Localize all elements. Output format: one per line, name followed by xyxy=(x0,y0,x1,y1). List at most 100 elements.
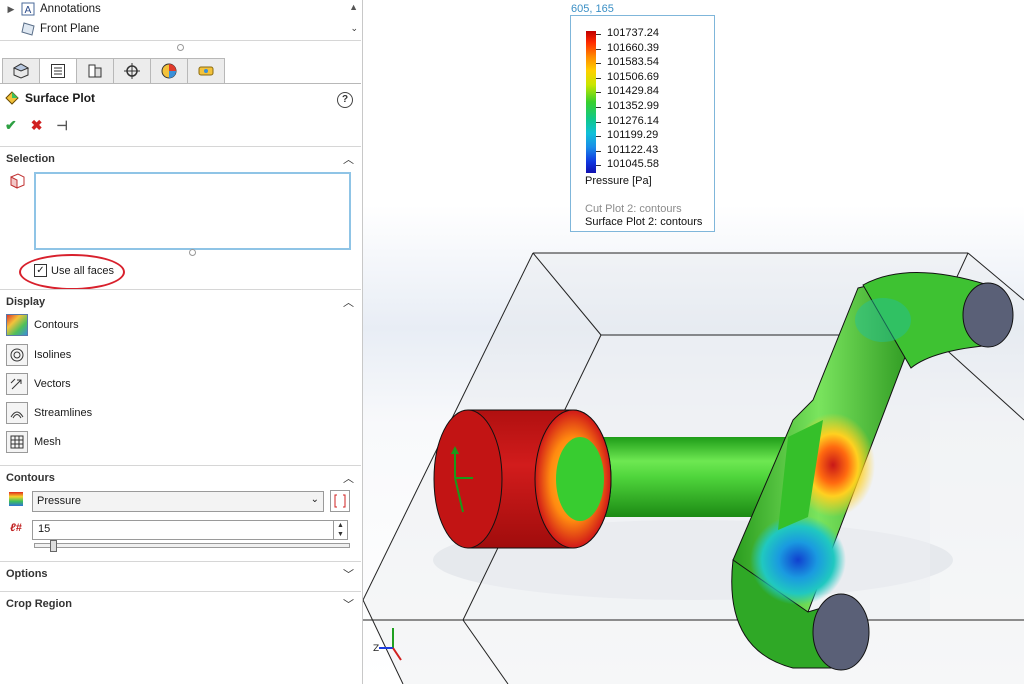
legend-value: 101583.54 xyxy=(607,56,659,69)
configuration-manager-icon xyxy=(88,64,102,78)
help-icon[interactable]: ? xyxy=(337,92,353,108)
isolines-icon xyxy=(6,344,28,366)
chevron-up-icon[interactable]: ︿ xyxy=(343,470,354,486)
display-item-label: Streamlines xyxy=(34,407,93,419)
spinner-arrows[interactable]: ▲ ▼ xyxy=(333,521,347,539)
legend-tick xyxy=(596,77,601,79)
crop-region-group-header[interactable]: Crop Region ﹀ xyxy=(0,591,361,612)
confirmation-row: ✔ ✖ ⊣ xyxy=(5,117,68,134)
tree-scroll-up-arrow[interactable]: ▲ xyxy=(349,2,358,12)
legend-tick xyxy=(596,107,601,108)
adjust-range-icon xyxy=(334,494,346,508)
page-title: Surface Plot xyxy=(25,91,96,105)
group-title: Crop Region xyxy=(6,598,72,610)
legend-value: 101276.14 xyxy=(607,114,659,127)
levels-spinner-field[interactable]: 15 ▲ ▼ xyxy=(32,520,348,540)
display-isolines-button[interactable]: Isolines xyxy=(6,343,71,367)
vectors-icon xyxy=(6,373,28,395)
color-options-button[interactable] xyxy=(330,490,350,512)
tree-item-annotations[interactable]: ▶ A Annotations xyxy=(6,0,101,18)
tree-item-front-plane[interactable]: Front Plane xyxy=(6,20,99,38)
cursor-coordinate-readout: 605, 165 xyxy=(571,3,614,15)
tab-dimxpert-manager[interactable] xyxy=(113,58,150,84)
legend-tick xyxy=(596,34,601,35)
options-group-header[interactable]: Options ﹀ xyxy=(0,561,361,582)
checkbox-checked-icon[interactable]: ✓ xyxy=(34,264,47,277)
use-all-faces-checkbox[interactable]: ✓ Use all faces xyxy=(34,264,114,277)
group-title: Selection xyxy=(6,153,55,165)
tab-property-manager[interactable] xyxy=(39,58,76,84)
ok-button[interactable]: ✔ xyxy=(5,117,17,134)
resize-grip-icon[interactable] xyxy=(189,249,196,256)
legend-unit-label: Pressure [Pa] xyxy=(585,175,652,187)
legend-value: 101660.39 xyxy=(607,41,659,54)
group-title: Contours xyxy=(6,472,55,484)
display-item-label: Mesh xyxy=(34,436,61,448)
contours-group-header[interactable]: Contours ︿ xyxy=(0,465,361,486)
property-manager-panel: ▲ ▶ A Annotations Front Plane ⌄ Surface … xyxy=(0,0,363,684)
display-manager-icon xyxy=(161,63,177,79)
number-of-levels-icon: ℓ# xyxy=(10,522,22,534)
graphics-viewport[interactable]: Z 605, 165 Pressure [Pa] Cut Plot 2: con… xyxy=(363,0,1024,684)
property-manager-icon xyxy=(51,64,65,78)
display-item-label: Isolines xyxy=(34,349,72,361)
legend-color-bar xyxy=(586,31,596,173)
chevron-down-icon[interactable]: ﹀ xyxy=(343,566,354,582)
splitter-grip-icon[interactable] xyxy=(177,44,184,51)
plane-icon xyxy=(21,22,35,36)
display-streamlines-button[interactable]: Streamlines xyxy=(6,401,92,425)
color-bar-icon xyxy=(9,492,23,506)
contours-icon xyxy=(6,314,28,336)
legend-value: 101352.99 xyxy=(607,100,659,112)
legend-tick xyxy=(596,121,601,123)
levels-slider[interactable] xyxy=(34,540,350,552)
parameter-dropdown[interactable]: Pressure ⌄ xyxy=(32,491,324,512)
divider xyxy=(0,40,361,41)
checkbox-label: Use all faces xyxy=(51,264,114,277)
chevron-down-icon[interactable]: ⌄ xyxy=(350,23,358,34)
property-manager-title: Surface Plot xyxy=(5,91,95,105)
display-mesh-button[interactable]: Mesh xyxy=(6,430,61,454)
legend-tick xyxy=(596,48,601,50)
color-legend[interactable]: Pressure [Pa] Cut Plot 2: contours Surfa… xyxy=(570,15,715,232)
chevron-up-icon[interactable]: ︿ xyxy=(343,294,354,310)
legend-value: 101045.58 xyxy=(607,158,659,171)
annotations-icon: A xyxy=(21,2,35,16)
legend-tick xyxy=(596,92,601,94)
display-item-label: Contours xyxy=(34,319,79,331)
group-title: Options xyxy=(6,568,48,580)
legend-tick xyxy=(596,165,601,167)
tree-item-label: Front Plane xyxy=(40,23,100,35)
streamlines-icon xyxy=(6,402,28,424)
display-group-header[interactable]: Display ︿ xyxy=(0,289,361,310)
flow-simulation-icon xyxy=(198,66,214,76)
legend-value: 101199.29 xyxy=(607,129,659,142)
display-contours-button[interactable]: Contours xyxy=(6,313,79,337)
chevron-down-icon[interactable]: ﹀ xyxy=(343,596,354,612)
tab-display-manager[interactable] xyxy=(150,58,187,84)
cancel-button[interactable]: ✖ xyxy=(31,117,43,134)
legend-value: 101737.24 xyxy=(607,27,659,39)
slider-thumb[interactable] xyxy=(50,540,57,552)
selection-list-box[interactable] xyxy=(34,172,351,250)
tab-feature-manager[interactable] xyxy=(2,58,39,84)
crosshair-icon xyxy=(124,63,140,79)
legend-cut-plot-label: Cut Plot 2: contours xyxy=(585,203,682,215)
parameter-selected-value: Pressure xyxy=(37,495,82,507)
display-vectors-button[interactable]: Vectors xyxy=(6,372,71,396)
group-title: Display xyxy=(6,296,46,308)
tree-item-label: Annotations xyxy=(40,3,101,15)
tab-configuration-manager[interactable] xyxy=(76,58,113,84)
legend-tick xyxy=(596,150,601,152)
surface-plot-icon xyxy=(5,91,19,105)
levels-value: 15 xyxy=(38,523,51,535)
legend-value: 101429.84 xyxy=(607,85,659,98)
divider xyxy=(0,83,361,84)
chevron-up-icon[interactable]: ︿ xyxy=(343,151,354,167)
expand-arrow-icon[interactable]: ▶ xyxy=(6,4,16,15)
pin-icon[interactable]: ⊣ xyxy=(56,118,67,134)
selection-group-header[interactable]: Selection ︿ xyxy=(0,146,361,167)
manager-tab-bar xyxy=(2,58,225,84)
tab-flow-analysis[interactable] xyxy=(187,58,225,84)
chevron-down-icon[interactable]: ⌄ xyxy=(311,494,319,505)
